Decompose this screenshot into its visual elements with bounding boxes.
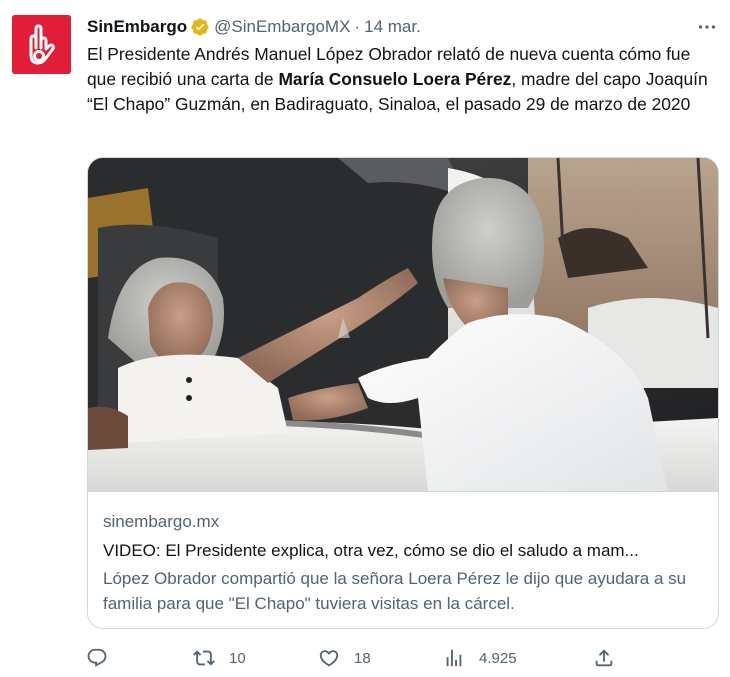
separator-dot: · [354,17,361,36]
tweet-actions: 10 18 4.925 [0,645,730,671]
verified-badge-icon[interactable] [190,17,210,37]
avatar[interactable] [12,15,71,74]
views-bar-chart-icon [446,649,462,667]
retweet-button[interactable]: 10 [193,645,246,671]
tweet-text: El Presidente Andrés Manuel López Obrado… [87,42,717,117]
sinembargo-logo-icon [12,15,71,74]
more-icon [698,25,716,29]
reply-button[interactable] [86,645,108,671]
share-icon [595,649,613,667]
like-button[interactable]: 18 [318,645,371,671]
card-description[interactable]: López Obrador compartió que la señora Lo… [103,566,708,616]
tweet-header: SinEmbargo @SinEmbargoMX · 14 mar. [87,16,421,38]
reply-icon [87,648,107,667]
heart-icon [319,650,339,667]
author-name[interactable]: SinEmbargo [87,16,187,38]
like-count: 18 [354,649,371,667]
tweet[interactable]: SinEmbargo @SinEmbargoMX · 14 mar. El Pr… [0,0,730,677]
tweet-text-bold: María Consuelo Loera Pérez [278,69,512,89]
author-handle[interactable]: @SinEmbargoMX [214,16,350,38]
views-count: 4.925 [479,649,517,667]
retweet-count: 10 [229,649,246,667]
share-button[interactable] [593,645,615,671]
card-domain[interactable]: sinembargo.mx [103,511,219,533]
retweet-icon [193,650,215,666]
tweet-date[interactable]: 14 mar. [364,16,421,38]
more-options-button[interactable] [694,14,720,40]
card-image[interactable] [88,158,718,492]
link-card[interactable]: sinembargo.mx VIDEO: El Presidente expli… [87,157,719,629]
views-button[interactable]: 4.925 [443,645,517,671]
card-title[interactable]: VIDEO: El Presidente explica, otra vez, … [103,540,703,562]
